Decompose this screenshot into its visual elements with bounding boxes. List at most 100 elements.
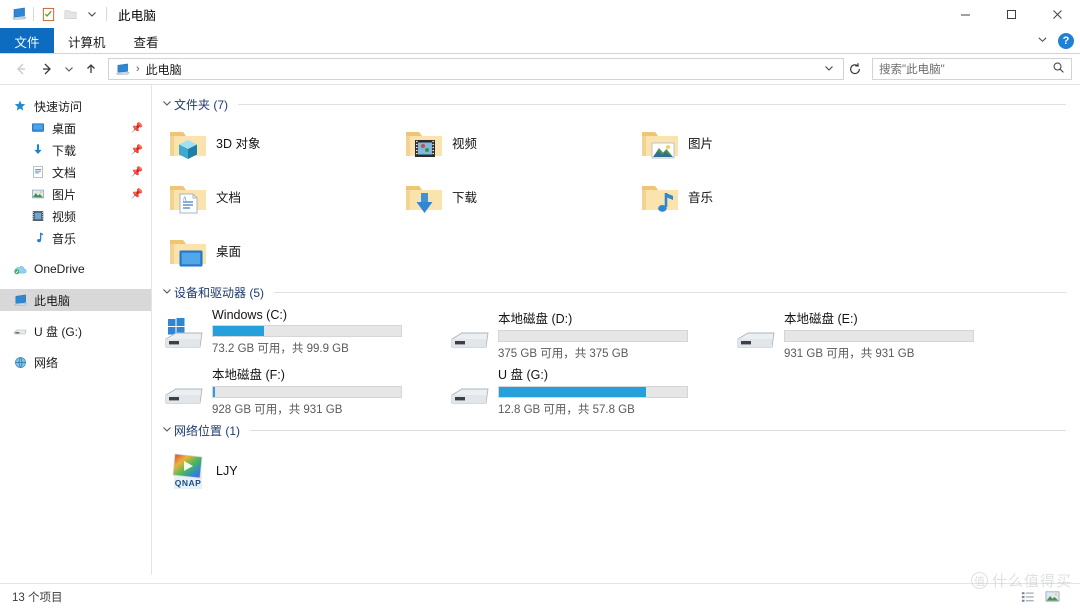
- sidebar-item-label: 视频: [52, 209, 77, 224]
- drive-capacity: 73.2 GB 可用，共 99.9 GB: [212, 343, 349, 355]
- sidebar-item-documents[interactable]: 文档 📌: [0, 161, 151, 183]
- folder-item[interactable]: 桌面: [164, 223, 400, 277]
- network-location-label: LJY: [216, 464, 238, 478]
- sidebar-item-label: 网络: [34, 355, 59, 370]
- close-button[interactable]: [1034, 0, 1080, 28]
- sidebar-item-desktop[interactable]: 桌面 📌: [0, 117, 151, 139]
- chevron-down-icon[interactable]: [160, 286, 174, 296]
- sidebar-item-quick-access[interactable]: 快速访问: [0, 95, 151, 117]
- tab-computer[interactable]: 计算机: [54, 28, 120, 54]
- drive-usage-bar: [498, 330, 688, 342]
- folder-item[interactable]: 下载: [400, 169, 636, 223]
- drive-info: U 盘 (G:) 12.8 GB 可用，共 57.8 GB: [498, 363, 688, 417]
- group-header-network[interactable]: 网络位置 (1): [152, 421, 1080, 439]
- drive-capacity: 12.8 GB 可用，共 57.8 GB: [498, 404, 635, 416]
- folder-item[interactable]: 图片: [636, 115, 872, 169]
- details-view-icon[interactable]: [1020, 589, 1036, 605]
- chevron-down-icon[interactable]: [81, 3, 103, 25]
- sidebar-item-videos[interactable]: 视频: [0, 205, 151, 227]
- onedrive-cloud-icon: [12, 261, 28, 277]
- chevron-down-icon[interactable]: [160, 98, 174, 108]
- folder-item[interactable]: 3D 对象: [164, 115, 400, 169]
- drive-capacity: 928 GB 可用，共 931 GB: [212, 404, 343, 416]
- drive-item[interactable]: 本地磁盘 (E:) 931 GB 可用，共 931 GB: [732, 303, 1018, 360]
- group-header-drives[interactable]: 设备和驱动器 (5): [152, 283, 1080, 301]
- help-button[interactable]: ?: [1058, 33, 1074, 49]
- window-title: 此电脑: [118, 8, 157, 23]
- qnap-nas-icon: QNAP: [164, 447, 212, 495]
- refresh-icon[interactable]: [844, 58, 866, 80]
- drive-usage-bar: [784, 330, 974, 342]
- search-input[interactable]: 搜索"此电脑": [872, 58, 1072, 80]
- breadcrumb-label[interactable]: 此电脑: [146, 61, 182, 78]
- properties-checklist-icon[interactable]: [37, 3, 59, 25]
- folder-label: 音乐: [688, 190, 714, 205]
- group-header-folders[interactable]: 文件夹 (7): [152, 95, 1080, 113]
- chevron-down-icon[interactable]: [160, 424, 174, 434]
- new-folder-icon[interactable]: [59, 3, 81, 25]
- arrow-right-icon[interactable]: [34, 56, 60, 82]
- drive-item[interactable]: 本地磁盘 (D:) 375 GB 可用，共 375 GB: [446, 303, 732, 361]
- network-location-item[interactable]: QNAP LJY: [164, 443, 400, 499]
- toolbar-separator: [33, 7, 34, 21]
- drive-icon: [732, 315, 780, 355]
- drive-usage-bar: [498, 386, 688, 398]
- arrow-left-icon[interactable]: [8, 56, 34, 82]
- chevron-down-icon[interactable]: [1037, 32, 1048, 50]
- breadcrumb[interactable]: › 此电脑: [115, 61, 182, 78]
- folder-downloads-icon: [400, 172, 448, 220]
- folder-label: 桌面: [216, 244, 242, 259]
- drive-item[interactable]: U 盘 (G:) 12.8 GB 可用，共 57.8 GB: [446, 359, 732, 417]
- desktop-icon: [30, 120, 46, 136]
- sidebar-item-network[interactable]: 网络: [0, 351, 151, 373]
- tab-file[interactable]: 文件: [0, 28, 54, 54]
- computer-icon[interactable]: [8, 3, 30, 25]
- drives-grid: Windows (C:) 73.2 GB 可用，共 99.9 GB 本地磁盘 (…: [152, 303, 1080, 417]
- search-icon[interactable]: [1052, 61, 1065, 77]
- large-icons-view-icon[interactable]: [1044, 589, 1060, 605]
- navigation-pane[interactable]: 快速访问 桌面 📌 下载 📌 文档 📌 图片 📌 视频 音乐 OneDrive …: [0, 85, 152, 575]
- drive-item[interactable]: Windows (C:) 73.2 GB 可用，共 99.9 GB: [160, 303, 446, 359]
- sidebar-item-this-pc[interactable]: 此电脑: [0, 289, 151, 311]
- group-title: 设备和驱动器 (5): [174, 285, 265, 300]
- drive-name: 本地磁盘 (E:): [784, 312, 858, 326]
- computer-icon: [115, 62, 130, 77]
- sidebar-item-label: 音乐: [52, 231, 77, 246]
- ribbon-tabs: 文件 计算机 查看 ?: [0, 28, 1080, 54]
- pin-icon[interactable]: 📌: [131, 123, 143, 134]
- arrow-up-icon[interactable]: [78, 56, 104, 82]
- sidebar-item-onedrive[interactable]: OneDrive: [0, 258, 151, 280]
- drive-info: 本地磁盘 (D:) 375 GB 可用，共 375 GB: [498, 307, 688, 361]
- pin-icon[interactable]: 📌: [131, 145, 143, 156]
- search-placeholder: 搜索"此电脑": [879, 64, 945, 76]
- drive-name: Windows (C:): [212, 308, 288, 322]
- status-bar: 13 个项目: [0, 583, 1080, 609]
- sidebar-item-pictures[interactable]: 图片 📌: [0, 183, 151, 205]
- drive-icon: [446, 371, 494, 411]
- pin-icon[interactable]: 📌: [131, 189, 143, 200]
- folder-item[interactable]: 音乐: [636, 169, 872, 223]
- usb-drive-icon: [12, 323, 28, 339]
- sidebar-item-usb-drive[interactable]: U 盘 (G:): [0, 320, 151, 342]
- sidebar-item-music[interactable]: 音乐: [0, 227, 151, 249]
- minimize-button[interactable]: [942, 0, 988, 28]
- pictures-icon: [30, 186, 46, 202]
- maximize-button[interactable]: [988, 0, 1034, 28]
- address-input[interactable]: › 此电脑: [108, 58, 844, 80]
- tab-view[interactable]: 查看: [120, 28, 173, 54]
- folder-item[interactable]: A 文档: [164, 169, 400, 223]
- drive-icon: [160, 371, 208, 411]
- folder-item[interactable]: 视频: [400, 115, 636, 169]
- windows-drive-icon: [160, 315, 208, 355]
- content-pane[interactable]: 文件夹 (7) 3D 对象 视频 图片 A 文档 下载 音乐 桌面 设备和驱动器…: [152, 85, 1080, 575]
- address-dropdown-chevron-down-icon[interactable]: [819, 63, 839, 75]
- drive-item[interactable]: 本地磁盘 (F:) 928 GB 可用，共 931 GB: [160, 359, 446, 416]
- recent-locations-chevron-down-icon[interactable]: [60, 56, 78, 82]
- sidebar-item-downloads[interactable]: 下载 📌: [0, 139, 151, 161]
- drive-usage-fill: [213, 387, 215, 397]
- documents-icon: [30, 164, 46, 180]
- folder-documents-icon: A: [164, 172, 212, 220]
- svg-text:QNAP: QNAP: [175, 478, 202, 488]
- pin-icon[interactable]: 📌: [131, 167, 143, 178]
